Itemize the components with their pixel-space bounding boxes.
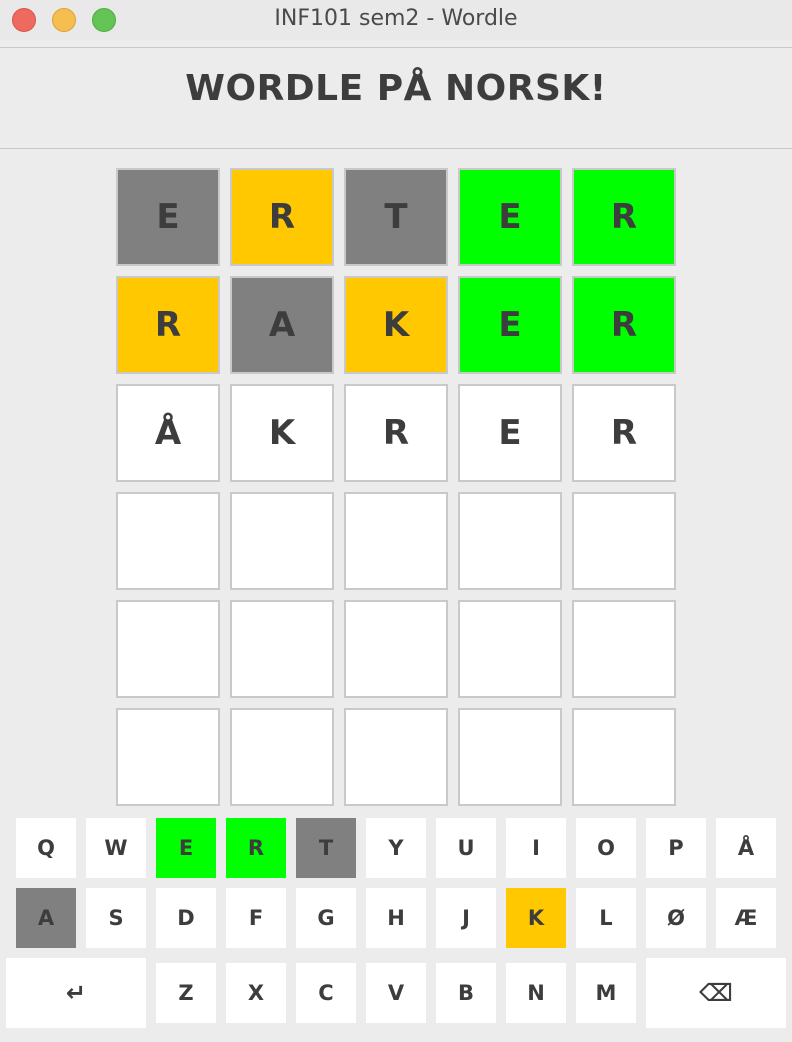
key-label: W [104,836,128,860]
key-s[interactable]: S [86,888,146,948]
key-label: F [248,906,264,930]
key-label: Å [737,836,755,860]
key-z[interactable]: Z [156,963,216,1023]
enter-icon: ↵ [65,979,87,1007]
key-g[interactable]: G [296,888,356,948]
board-tile [572,600,676,698]
wordle-window: INF101 sem2 - Wordle WORDLE PÅ NORSK! ER… [0,0,792,1042]
page-title: WORDLE PÅ NORSK! [185,68,607,109]
key-label: B [457,981,474,1005]
title-bar: INF101 sem2 - Wordle [0,0,792,40]
board-tile [116,600,220,698]
key-b[interactable]: B [436,963,496,1023]
key-label: Æ [734,906,758,930]
key-a[interactable]: A [16,888,76,948]
board-tile: E [458,384,562,482]
key-label: Q [37,836,55,860]
key-label: D [177,906,195,930]
board-tile: R [230,168,334,266]
board-tile [458,492,562,590]
key-æ[interactable]: Æ [716,888,776,948]
board-tile: Å [116,384,220,482]
key-c[interactable]: C [296,963,356,1023]
board-tile: R [572,276,676,374]
board-tile [116,708,220,806]
key-å[interactable]: Å [716,818,776,878]
backspace-key[interactable]: ⌫ [646,958,786,1028]
key-u[interactable]: U [436,818,496,878]
board-tile [344,492,448,590]
key-e[interactable]: E [156,818,216,878]
key-w[interactable]: W [86,818,146,878]
key-x[interactable]: X [226,963,286,1023]
key-label: I [532,836,540,860]
key-label: C [318,981,334,1005]
board-tile [344,708,448,806]
key-label: Ø [667,906,685,930]
key-label: H [387,906,405,930]
board-tile: E [116,168,220,266]
game-board: ERTERRAKERÅKRER [116,168,676,806]
board-tile [116,492,220,590]
key-n[interactable]: N [506,963,566,1023]
key-p[interactable]: P [646,818,706,878]
board-tile [458,708,562,806]
key-label: R [247,836,265,860]
key-j[interactable]: J [436,888,496,948]
board-tile [230,708,334,806]
key-h[interactable]: H [366,888,426,948]
board-tile: R [344,384,448,482]
title-divider [0,47,792,48]
key-label: Z [178,981,194,1005]
key-label: T [318,836,334,860]
key-l[interactable]: L [576,888,636,948]
board-tile [572,492,676,590]
key-q[interactable]: Q [16,818,76,878]
key-f[interactable]: F [226,888,286,948]
key-label: A [37,906,55,930]
window-title: INF101 sem2 - Wordle [274,6,518,31]
key-i[interactable]: I [506,818,566,878]
key-m[interactable]: M [576,963,636,1023]
key-label: Y [388,836,404,860]
key-t[interactable]: T [296,818,356,878]
board-tile: E [458,168,562,266]
board-tile: K [344,276,448,374]
key-o[interactable]: O [576,818,636,878]
key-k[interactable]: K [506,888,566,948]
key-ø[interactable]: Ø [646,888,706,948]
board-tile: R [116,276,220,374]
key-label: P [668,836,684,860]
header-divider [0,148,792,149]
key-label: X [247,981,265,1005]
key-y[interactable]: Y [366,818,426,878]
board-tile: T [344,168,448,266]
board-tile: R [572,168,676,266]
key-label: V [387,981,405,1005]
board-tile [344,600,448,698]
board-tile: E [458,276,562,374]
key-label: E [178,836,194,860]
key-label: S [108,906,124,930]
board-tile [230,492,334,590]
board-tile: K [230,384,334,482]
key-label: M [595,981,617,1005]
key-label: K [527,906,545,930]
key-d[interactable]: D [156,888,216,948]
key-label: U [457,836,475,860]
board-tile: R [572,384,676,482]
key-label: N [527,981,545,1005]
board-tile: A [230,276,334,374]
key-label: G [317,906,335,930]
key-label: L [599,906,613,930]
backspace-icon: ⌫ [699,979,733,1007]
board-tile [458,600,562,698]
key-label: O [597,836,615,860]
board-tile [230,600,334,698]
board-tile [572,708,676,806]
key-label: J [462,906,470,930]
key-r[interactable]: R [226,818,286,878]
enter-key[interactable]: ↵ [6,958,146,1028]
key-v[interactable]: V [366,963,426,1023]
